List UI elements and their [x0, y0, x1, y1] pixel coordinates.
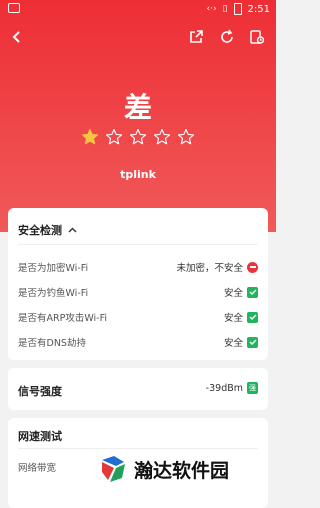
signal-badge: 强: [247, 382, 258, 394]
share-icon: [190, 30, 203, 43]
star-filled-icon: [81, 128, 99, 145]
security-row-encryption: 是否为加密Wi-Fi 未加密，不安全: [18, 258, 258, 276]
security-header[interactable]: 安全检测: [18, 222, 77, 238]
vibrate-icon: ▯: [222, 4, 228, 14]
check-icon: [247, 336, 258, 348]
row-value: 安全: [223, 313, 243, 324]
back-icon: [12, 31, 20, 43]
divider: [18, 244, 258, 245]
row-value: 安全: [223, 338, 243, 349]
row-label: 是否有ARP攻击Wi-Fi: [18, 313, 107, 324]
status-bar: ‹·› ▯ 2:51: [0, 0, 276, 18]
security-row-arp: 是否有ARP攻击Wi-Fi 安全: [18, 308, 258, 326]
status-time: 2:51: [247, 3, 270, 15]
divider: [18, 448, 258, 449]
row-label: 是否为加密Wi-Fi: [18, 263, 89, 274]
rating-word: 差: [123, 91, 152, 124]
back-button[interactable]: [6, 26, 28, 48]
network-ssid: tplink: [120, 168, 156, 181]
row-value: 未加密，不安全: [176, 263, 243, 274]
toolbar: [0, 26, 276, 50]
link-icon: ‹·›: [206, 4, 217, 14]
star-empty-icon: [177, 128, 195, 145]
signal-card: 信号强度 -39dBm 强: [8, 368, 268, 410]
security-row-dns: 是否有DNS劫持 安全: [18, 333, 258, 351]
security-row-phishing: 是否为钓鱼Wi-Fi 安全: [18, 283, 258, 301]
history-icon: [250, 30, 265, 44]
share-button[interactable]: [185, 26, 207, 48]
star-empty-icon: [105, 128, 123, 145]
check-icon: [247, 286, 258, 298]
chevron-up-icon: [68, 227, 77, 232]
security-card: 安全检测 是否为加密Wi-Fi 未加密，不安全 是否为钓鱼Wi-Fi 安全 是否…: [8, 208, 268, 360]
star-empty-icon: [153, 128, 171, 145]
bandwidth-label: 网络带宽: [18, 463, 57, 474]
battery-icon: [233, 3, 242, 15]
star-empty-icon: [129, 128, 147, 145]
row-label: 是否有DNS劫持: [18, 338, 86, 349]
notification-icon: [8, 3, 20, 13]
refresh-button[interactable]: [216, 26, 238, 48]
watermark: 瀚达软件园: [98, 454, 229, 484]
watermark-text: 瀚达软件园: [134, 459, 230, 482]
warning-icon: [247, 261, 258, 273]
refresh-icon: [221, 29, 233, 43]
signal-value: -39dBm: [205, 382, 243, 394]
security-title: 安全检测: [18, 224, 62, 237]
check-icon: [247, 311, 258, 323]
speed-title: 网速测试: [18, 430, 62, 443]
watermark-logo-icon: [102, 456, 125, 482]
signal-title: 信号强度: [18, 385, 62, 398]
row-value: 安全: [223, 288, 243, 299]
history-button[interactable]: [246, 26, 268, 48]
star-rating: [0, 128, 276, 146]
row-label: 是否为钓鱼Wi-Fi: [18, 288, 89, 299]
